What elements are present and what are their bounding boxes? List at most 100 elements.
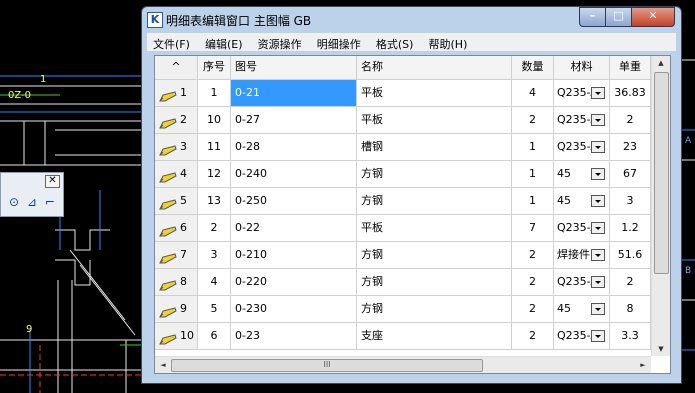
cell-material[interactable]: Q235-A (554, 134, 610, 160)
chevron-down-icon[interactable] (591, 141, 605, 153)
cell-name[interactable]: 方钢 (357, 161, 512, 187)
cell-code[interactable]: 0-230 (231, 296, 357, 322)
scroll-left-icon[interactable]: ◄ (156, 357, 170, 373)
row-header[interactable]: 8 (155, 269, 198, 295)
cell-name[interactable]: 方钢 (357, 269, 512, 295)
row-header[interactable]: 5 (155, 188, 198, 214)
column-header-code[interactable]: 图号 (231, 56, 357, 79)
scroll-down-icon[interactable]: ▼ (652, 342, 670, 356)
cell-seq[interactable]: 3 (198, 242, 231, 268)
vertical-scroll-thumb[interactable] (654, 72, 669, 274)
table-row[interactable]: 2 10 0-27 平板 2 Q235-A 2 (155, 107, 651, 134)
table-row[interactable]: 1 1 0-21 平板 4 Q235-A 36.83 (155, 80, 651, 107)
cell-seq[interactable]: 13 (198, 188, 231, 214)
vertical-scrollbar[interactable]: ▲ ▼ (651, 56, 670, 356)
cell-weight[interactable]: 2 (610, 269, 651, 295)
cell-code[interactable]: 0-28 (231, 134, 357, 160)
cell-seq[interactable]: 6 (198, 323, 231, 349)
maximize-button[interactable]: □ (605, 7, 632, 27)
cell-weight[interactable]: 67 (610, 161, 651, 187)
cell-seq[interactable]: 10 (198, 107, 231, 133)
table-row[interactable]: 5 13 0-250 方钢 1 45 3 (155, 188, 651, 215)
cell-code[interactable]: 0-22 (231, 215, 357, 241)
cell-name[interactable]: 平板 (357, 107, 512, 133)
menu-help[interactable]: 帮助(H) (429, 34, 468, 52)
cell-material[interactable]: 45 (554, 188, 610, 214)
cell-seq[interactable]: 1 (198, 80, 231, 106)
menu-file[interactable]: 文件(F) (153, 34, 190, 52)
table-row[interactable]: 3 11 0-28 槽钢 1 Q235-A 23 (155, 134, 651, 161)
scroll-up-icon[interactable]: ▲ (652, 56, 670, 70)
menu-bom-operations[interactable]: 明细操作 (317, 34, 361, 52)
chevron-down-icon[interactable] (591, 195, 605, 207)
menu-format[interactable]: 格式(S) (376, 34, 414, 52)
cell-code[interactable]: 0-250 (231, 188, 357, 214)
cell-weight[interactable]: 8 (610, 296, 651, 322)
corner-sort-button[interactable]: ^ (155, 56, 198, 79)
cell-seq[interactable]: 5 (198, 296, 231, 322)
menu-edit[interactable]: 编辑(E) (205, 34, 243, 52)
cell-name[interactable]: 方钢 (357, 188, 512, 214)
cell-qty[interactable]: 1 (512, 161, 554, 187)
chevron-down-icon[interactable] (591, 222, 605, 234)
cell-weight[interactable]: 2 (610, 107, 651, 133)
cell-name[interactable]: 方钢 (357, 242, 512, 268)
table-row[interactable]: 4 12 0-240 方钢 1 45 67 (155, 161, 651, 188)
cell-material[interactable]: Q235-A (554, 269, 610, 295)
cell-material[interactable]: Q235-A (554, 323, 610, 349)
chevron-down-icon[interactable] (591, 249, 605, 261)
floating-toolbar[interactable]: ✕ ⊙ ⊿ ⌐ (0, 172, 64, 217)
cell-code[interactable]: 0-210 (231, 242, 357, 268)
cell-qty[interactable]: 2 (512, 242, 554, 268)
cell-name[interactable]: 槽钢 (357, 134, 512, 160)
cell-seq[interactable]: 4 (198, 269, 231, 295)
cell-material[interactable]: 焊接件 (554, 242, 610, 268)
row-header[interactable]: 7 (155, 242, 198, 268)
cell-qty[interactable]: 1 (512, 188, 554, 214)
cell-seq[interactable]: 12 (198, 161, 231, 187)
cell-code[interactable]: 0-21 (231, 80, 357, 106)
chevron-down-icon[interactable] (591, 114, 605, 126)
cell-code[interactable]: 0-240 (231, 161, 357, 187)
chevron-down-icon[interactable] (591, 303, 605, 315)
cell-weight[interactable]: 3.3 (610, 323, 651, 349)
cell-material[interactable]: Q235-A (554, 80, 610, 106)
cell-seq[interactable]: 2 (198, 215, 231, 241)
table-row[interactable]: 8 4 0-220 方钢 2 Q235-A 2 (155, 269, 651, 296)
row-header[interactable]: 10 (155, 323, 198, 349)
column-header-seq[interactable]: 序号 (198, 56, 231, 79)
table-row[interactable]: 6 2 0-22 平板 7 Q235-A 1.2 (155, 215, 651, 242)
row-header[interactable]: 9 (155, 296, 198, 322)
row-header[interactable]: 1 (155, 80, 198, 106)
cell-name[interactable]: 支座 (357, 323, 512, 349)
horizontal-scrollbar[interactable]: ◄ III ► (155, 356, 651, 373)
chevron-down-icon[interactable] (591, 87, 605, 99)
cell-name[interactable]: 平板 (357, 80, 512, 106)
table-row[interactable]: 9 5 0-230 方钢 2 45 8 (155, 296, 651, 323)
column-header-weight[interactable]: 单重 (610, 56, 651, 79)
cell-code[interactable]: 0-220 (231, 269, 357, 295)
cell-qty[interactable]: 4 (512, 80, 554, 106)
cell-weight[interactable]: 23 (610, 134, 651, 160)
table-row[interactable]: 10 6 0-23 支座 2 Q235-A 3.3 (155, 323, 651, 350)
cell-qty[interactable]: 2 (512, 323, 554, 349)
title-bar[interactable]: K 明细表编辑窗口 主图幅 GB – □ ✕ (142, 7, 681, 31)
cell-qty[interactable]: 1 (512, 134, 554, 160)
horizontal-scroll-thumb[interactable]: III (171, 359, 483, 372)
close-icon[interactable]: ✕ (45, 175, 60, 188)
column-header-material[interactable]: 材料 (554, 56, 610, 79)
row-header[interactable]: 2 (155, 107, 198, 133)
cell-material[interactable]: 45 (554, 296, 610, 322)
chevron-down-icon[interactable] (591, 276, 605, 288)
cell-weight[interactable]: 36.83 (610, 80, 651, 106)
cell-weight[interactable]: 51.6 (610, 242, 651, 268)
column-header-qty[interactable]: 数量 (512, 56, 554, 79)
menu-resources[interactable]: 资源操作 (258, 34, 302, 52)
cell-weight[interactable]: 1.2 (610, 215, 651, 241)
scroll-right-icon[interactable]: ► (636, 357, 650, 373)
column-header-name[interactable]: 名称 (357, 56, 512, 79)
row-header[interactable]: 3 (155, 134, 198, 160)
chevron-down-icon[interactable] (591, 330, 605, 342)
cell-qty[interactable]: 2 (512, 107, 554, 133)
row-header[interactable]: 6 (155, 215, 198, 241)
